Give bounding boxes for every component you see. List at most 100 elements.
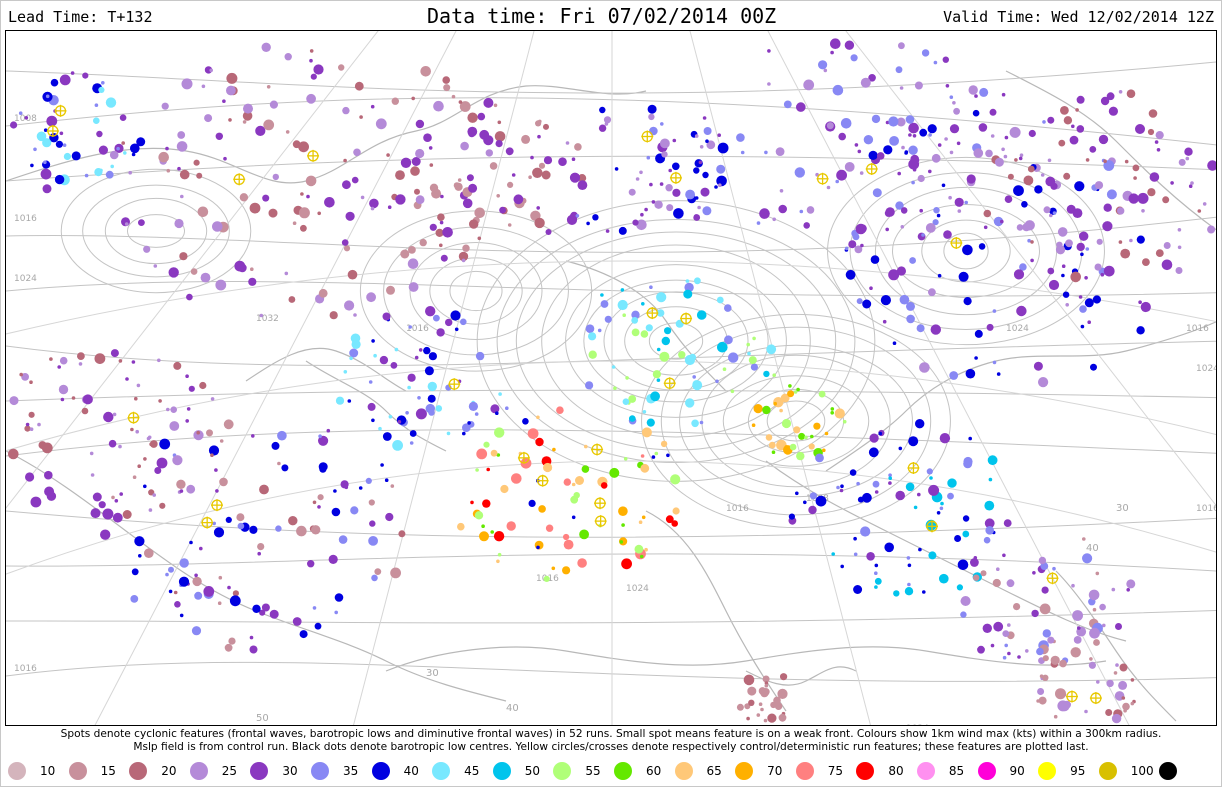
cyclone-spot — [543, 123, 549, 130]
cyclone-spot — [949, 150, 954, 155]
cyclone-spot — [1154, 140, 1159, 144]
cyclone-spot — [656, 292, 667, 303]
cyclone-spot — [574, 143, 582, 151]
cyclone-spot — [986, 323, 994, 331]
cyclone-spot — [972, 109, 980, 117]
cyclone-spot — [948, 195, 952, 200]
cyclone-spot — [483, 441, 490, 448]
cyclone-spot — [1118, 680, 1128, 690]
cyclone-spot — [895, 490, 905, 501]
isobar-label: 1016 — [726, 504, 749, 514]
cyclone-spot — [165, 146, 169, 151]
cyclone-spot — [1136, 326, 1145, 335]
cyclone-spot — [912, 134, 917, 138]
cyclone-spot — [296, 525, 307, 537]
cyclone-spot — [964, 200, 968, 205]
cyclone-spot — [874, 577, 882, 585]
cyclone-spot — [900, 207, 908, 214]
cyclone-spot — [740, 150, 745, 155]
cyclone-spot — [767, 713, 777, 723]
cyclone-spot — [378, 426, 382, 431]
cyclone-spot — [317, 505, 321, 509]
legend-swatch — [432, 762, 451, 780]
cyclone-spot — [685, 279, 690, 283]
cyclone-spot — [369, 198, 379, 209]
cyclone-spot — [466, 174, 474, 182]
control-marker — [594, 515, 607, 528]
cyclone-spot — [793, 426, 801, 434]
cyclone-spot — [1126, 89, 1136, 98]
cyclone-spot — [314, 622, 322, 630]
cyclone-spot — [494, 427, 505, 438]
cyclone-spot — [666, 204, 674, 212]
cyclone-spot — [132, 475, 137, 480]
cyclone-spot — [639, 170, 643, 175]
cyclone-spot — [664, 327, 672, 335]
cyclone-spot — [119, 492, 123, 496]
cyclone-spot — [660, 122, 664, 126]
cyclone-spot — [803, 79, 815, 91]
cyclone-spot — [1084, 709, 1088, 714]
cyclone-spot — [876, 152, 885, 160]
cyclone-spot — [1190, 181, 1194, 185]
cyclone-spot — [468, 129, 476, 138]
cyclone-spot — [1156, 148, 1161, 152]
cyclone-spot — [98, 501, 106, 509]
cyclone-spot — [8, 448, 19, 460]
cyclone-spot — [869, 433, 879, 443]
cyclone-spot — [33, 147, 37, 152]
cyclone-spot — [908, 145, 918, 155]
isobar — [104, 197, 208, 265]
cyclone-spot — [748, 356, 757, 365]
cyclone-spot — [1188, 184, 1193, 188]
cyclone-spot — [992, 360, 997, 365]
cyclone-spot — [571, 482, 576, 487]
cyclone-spot — [375, 118, 387, 130]
cyclone-spot — [395, 170, 405, 181]
cyclone-spot — [312, 500, 317, 505]
cyclone-spot — [440, 194, 444, 199]
control-marker — [865, 162, 878, 175]
cyclone-spot — [371, 574, 378, 582]
cyclone-spot — [284, 271, 289, 276]
cyclone-spot — [474, 511, 484, 520]
latitude-label: 30 — [1116, 503, 1129, 514]
cyclone-spot — [1089, 657, 1093, 661]
cyclone-spot — [763, 370, 770, 378]
forecast-map[interactable]: 1008101610241032101610241008101610241016… — [5, 30, 1217, 726]
cyclone-spot — [808, 443, 815, 450]
cyclone-spot — [1197, 209, 1202, 213]
cyclone-spot — [1007, 173, 1014, 180]
cyclone-spot — [1078, 295, 1083, 299]
cyclone-spot — [646, 155, 651, 160]
cyclone-spot — [772, 217, 776, 222]
cyclone-spot — [158, 151, 169, 163]
cyclone-spot — [618, 506, 628, 516]
legend-item: 100 — [1096, 762, 1157, 780]
cyclone-spot — [387, 205, 392, 209]
cyclone-spot — [1076, 242, 1085, 252]
cyclone-spot — [1141, 209, 1145, 213]
cyclone-spot — [371, 339, 375, 343]
cyclone-spot — [659, 182, 664, 186]
cyclone-spot — [386, 153, 390, 157]
cyclone-spot — [469, 219, 479, 229]
cyclone-spot — [58, 384, 69, 395]
cyclone-spot — [775, 147, 785, 156]
cyclone-spot — [420, 66, 432, 77]
cyclone-spot — [333, 489, 337, 493]
cyclone-spot — [1014, 158, 1018, 162]
cyclone-spot — [860, 526, 871, 537]
cyclone-spot — [485, 149, 493, 157]
control-marker — [663, 377, 676, 390]
cyclone-spot — [224, 643, 233, 652]
cyclone-spot — [351, 339, 361, 349]
cyclone-spot — [901, 145, 905, 150]
cyclone-spot — [974, 329, 983, 338]
cyclone-spot — [226, 72, 238, 84]
cyclone-spot — [407, 373, 416, 382]
cyclone-spot — [443, 84, 451, 92]
cyclone-spot — [621, 558, 632, 570]
cyclone-spot — [400, 249, 410, 259]
cyclone-spot — [392, 440, 403, 451]
